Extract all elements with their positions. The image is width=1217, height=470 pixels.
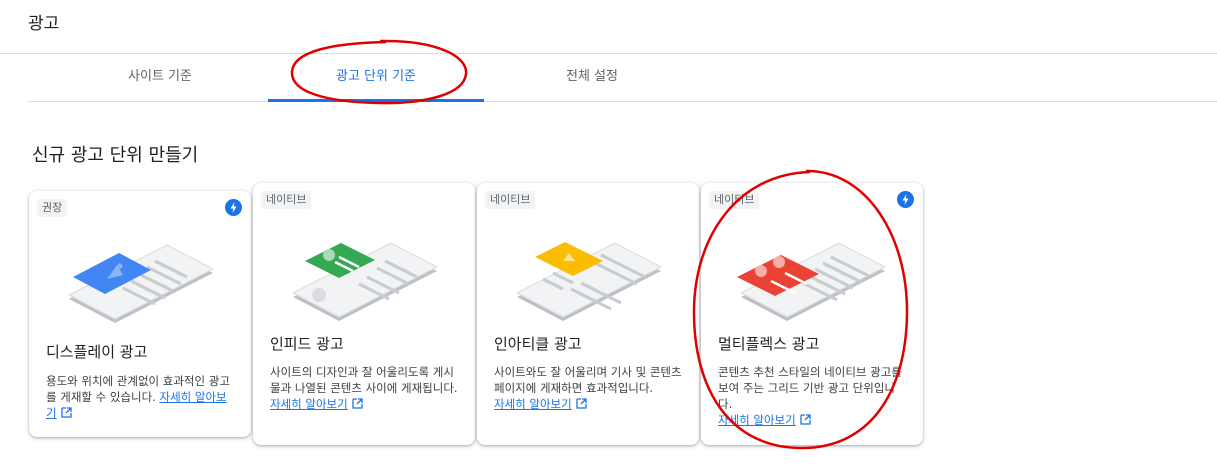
card-description: 용도와 위치에 관계없이 효과적인 광고를 게재할 수 있습니다. 자세히 알아… <box>46 374 230 422</box>
page-title: 광고 <box>28 14 60 34</box>
card-title: 인아티클 광고 <box>494 335 582 353</box>
tab-bar: 사이트 기준 광고 단위 기준 전체 설정 <box>28 54 1217 102</box>
multiplex-ad-illustration <box>719 217 905 335</box>
badge-native: 네이티브 <box>485 191 536 209</box>
external-link-icon <box>800 413 811 429</box>
badge-native: 네이티브 <box>261 191 312 209</box>
badge-recommended: 권장 <box>37 199 68 217</box>
section-title: 신규 광고 단위 만들기 <box>32 145 199 166</box>
card-display-ad[interactable]: 권장 디스플레이 광고 용도와 위치에 관계없이 효과적인 광고를 게재할 수 … <box>29 191 251 437</box>
external-link-icon <box>60 406 72 422</box>
bolt-icon <box>897 191 914 208</box>
external-link-icon <box>352 397 363 413</box>
card-title: 인피드 광고 <box>270 335 344 353</box>
tab-ad-unit[interactable]: 광고 단위 기준 <box>268 54 484 100</box>
infeed-ad-illustration <box>271 217 457 335</box>
inarticle-ad-illustration <box>495 217 681 335</box>
card-description: 콘텐츠 추천 스타일의 네이티브 광고를 보여 주는 그리드 기반 광고 단위입… <box>718 365 902 429</box>
learn-more-link[interactable]: 자세히 알아보기 <box>270 397 348 411</box>
bolt-icon <box>225 199 242 216</box>
learn-more-link[interactable]: 자세히 알아보기 <box>494 397 572 411</box>
tab-global-settings[interactable]: 전체 설정 <box>484 54 700 100</box>
card-description: 사이트의 디자인과 잘 어울리도록 게시물과 나열된 콘텐츠 사이에 게재됩니다… <box>270 365 458 413</box>
card-multiplex-ad[interactable]: 네이티브 멀티플렉스 광고 콘텐츠 추천 스타일의 네이티브 광고를 보여 주는… <box>701 183 923 445</box>
display-ad-illustration <box>47 221 233 339</box>
external-link-icon <box>576 397 587 413</box>
learn-more-link[interactable]: 자세히 알아보기 <box>718 413 796 427</box>
tab-site[interactable]: 사이트 기준 <box>52 54 268 100</box>
card-description: 사이트와도 잘 어울리며 기사 및 콘텐츠 페이지에 게재하면 효과적입니다. … <box>494 365 682 413</box>
card-infeed-ad[interactable]: 네이티브 인피드 광고 사이트의 디자인과 잘 어울리도록 게시물과 나열된 콘… <box>253 183 475 445</box>
page-header: 광고 <box>0 0 1217 54</box>
active-tab-indicator <box>268 99 484 102</box>
badge-native: 네이티브 <box>709 191 760 209</box>
card-title: 멀티플렉스 광고 <box>718 335 820 353</box>
card-inarticle-ad[interactable]: 네이티브 인아티클 광고 사이트와도 잘 어울리며 기사 및 콘텐츠 페이지에 … <box>477 183 699 445</box>
card-title: 디스플레이 광고 <box>46 343 148 361</box>
